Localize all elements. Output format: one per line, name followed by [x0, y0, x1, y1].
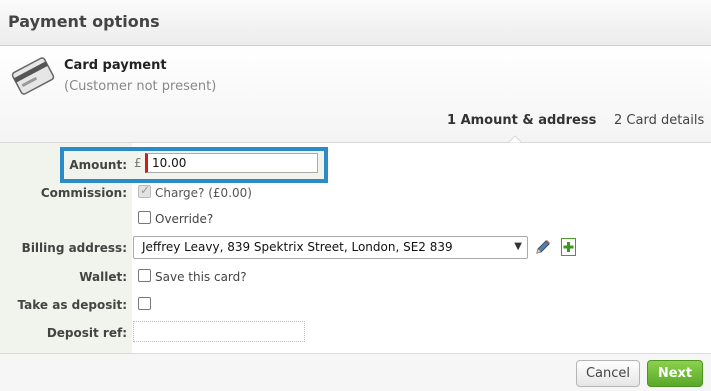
currency-symbol: £ — [134, 156, 142, 170]
amount-label: Amount: — [69, 158, 127, 172]
wallet-label: Wallet: — [79, 270, 127, 284]
billing-address-select[interactable]: Jeffrey Leavy, 839 Spektrix Street, Lond… — [133, 236, 528, 259]
billing-address-value: Jeffrey Leavy, 839 Spektrix Street, Lond… — [142, 240, 453, 254]
charge-label: Charge? (£0.00) — [155, 186, 252, 200]
cancel-button[interactable]: Cancel — [576, 360, 640, 387]
override-label: Override? — [155, 212, 214, 226]
billing-address-label: Billing address: — [21, 241, 127, 255]
amount-input[interactable] — [145, 153, 318, 173]
take-as-deposit-checkbox[interactable] — [138, 297, 151, 310]
credit-card-icon — [11, 57, 55, 95]
save-card-checkbox[interactable] — [138, 269, 151, 282]
deposit-ref-label: Deposit ref: — [46, 326, 127, 340]
dialog-title: Payment options — [8, 12, 160, 31]
commission-label: Commission: — [40, 186, 127, 200]
payment-header: Card payment (Customer not present) 1 Am… — [0, 46, 711, 143]
save-card-label: Save this card? — [155, 270, 247, 284]
card-payment-subtitle: (Customer not present) — [64, 79, 217, 94]
card-payment-title: Card payment — [64, 58, 167, 73]
plus-icon[interactable] — [561, 238, 576, 256]
take-as-deposit-label: Take as deposit: — [17, 298, 127, 312]
active-tab-pointer — [508, 135, 522, 143]
next-button[interactable]: Next — [647, 360, 703, 387]
tab-amount-address[interactable]: 1 Amount & address — [447, 113, 596, 128]
payment-form: Amount: £ Commission: Charge? (£0.00) Ov… — [0, 143, 711, 353]
pencil-icon[interactable] — [534, 238, 552, 256]
dialog-titlebar: Payment options — [0, 0, 711, 46]
override-checkbox[interactable] — [138, 211, 151, 224]
deposit-ref-input[interactable] — [133, 321, 305, 342]
dialog-footer: Cancel Next — [0, 353, 711, 391]
tab-card-details[interactable]: 2 Card details — [614, 113, 704, 128]
chevron-down-icon: ▼ — [514, 241, 522, 252]
charge-checkbox — [138, 183, 151, 198]
